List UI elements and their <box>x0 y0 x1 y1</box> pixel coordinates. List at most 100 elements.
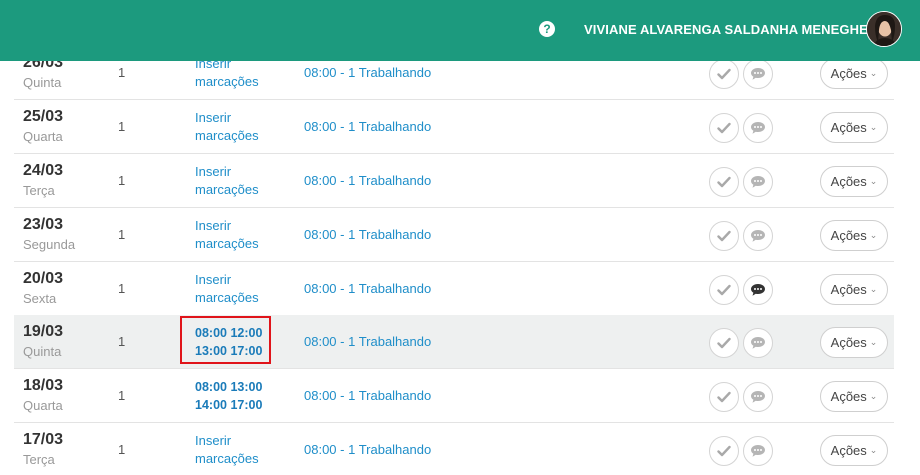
row-count: 1 <box>118 388 126 403</box>
chevron-down-icon: ⌄ <box>869 445 878 455</box>
approve-button[interactable] <box>709 382 739 412</box>
row-marks[interactable]: Inserir marcações <box>195 271 259 307</box>
help-icon[interactable]: ? <box>539 21 555 37</box>
table-row: 20/03 Sexta 1 Inserir marcações 08:00 - 1 Tra… <box>14 262 894 316</box>
comment-icon <box>751 122 765 134</box>
row-marks-line: 08:00 12:00 <box>195 326 263 340</box>
comment-icon <box>751 68 765 80</box>
approve-button[interactable] <box>709 221 739 251</box>
actions-label: Ações <box>830 228 867 243</box>
row-schedule-link[interactable]: 08:00 - 1 Trabalhando <box>304 442 431 457</box>
comment-icon <box>751 445 765 457</box>
row-marks[interactable]: Inserir marcações <box>195 109 259 145</box>
table-row: 17/03 Terça 1 Inserir marcações 08:00 - 1 Tra… <box>14 423 894 475</box>
row-weekday: Sexta <box>23 291 57 306</box>
row-date: 25/03 <box>23 108 64 125</box>
row-marks-line: marcações <box>195 451 259 466</box>
chevron-down-icon: ⌄ <box>869 176 878 186</box>
actions-label: Ações <box>830 335 867 350</box>
approve-button[interactable] <box>709 59 739 89</box>
actions-dropdown[interactable]: Ações ⌄ <box>820 274 888 305</box>
row-weekday: Terça <box>23 452 55 467</box>
row-count: 1 <box>118 334 126 349</box>
check-icon <box>717 122 731 134</box>
approve-button[interactable] <box>709 275 739 305</box>
chevron-down-icon: ⌄ <box>869 391 878 401</box>
actions-dropdown[interactable]: Ações ⌄ <box>820 220 888 251</box>
row-marks-line: marcações <box>195 236 259 251</box>
row-schedule-link[interactable]: 08:00 - 1 Trabalhando <box>304 119 431 134</box>
chevron-down-icon: ⌄ <box>869 284 878 294</box>
row-marks-line: marcações <box>195 182 259 197</box>
chevron-down-icon: ⌄ <box>869 337 878 347</box>
comment-button[interactable] <box>743 275 773 305</box>
chevron-down-icon: ⌄ <box>869 122 878 132</box>
row-marks[interactable]: Inserir marcações <box>195 163 259 199</box>
check-icon <box>717 68 731 80</box>
row-count: 1 <box>118 119 126 134</box>
row-schedule-link[interactable]: 08:00 - 1 Trabalhando <box>304 65 431 80</box>
check-icon <box>717 337 731 349</box>
row-count: 1 <box>118 442 126 457</box>
actions-dropdown[interactable]: Ações ⌄ <box>820 166 888 197</box>
row-count: 1 <box>118 173 126 188</box>
row-count: 1 <box>118 227 126 242</box>
row-marks-line: marcações <box>195 74 259 89</box>
actions-dropdown[interactable]: Ações ⌄ <box>820 435 888 466</box>
actions-dropdown[interactable]: Ações ⌄ <box>820 112 888 143</box>
row-schedule-link[interactable]: 08:00 - 1 Trabalhando <box>304 281 431 296</box>
top-header: ? VIVIANE ALVARENGA SALDANHA MENEGHELLO <box>0 0 920 61</box>
row-weekday: Terça <box>23 183 55 198</box>
row-weekday: Quinta <box>23 75 62 90</box>
approve-button[interactable] <box>709 167 739 197</box>
approve-button[interactable] <box>709 113 739 143</box>
row-marks[interactable]: Inserir marcações <box>195 432 259 468</box>
table-row: 18/03 Quarta 1 08:00 13:00 14:00 17:00 08:00 … <box>14 369 894 423</box>
comment-button[interactable] <box>743 59 773 89</box>
approve-button[interactable] <box>709 436 739 466</box>
user-name[interactable]: VIVIANE ALVARENGA SALDANHA MENEGHELLO <box>584 22 894 37</box>
comment-icon <box>751 391 765 403</box>
row-date: 24/03 <box>23 162 64 179</box>
actions-dropdown[interactable]: Ações ⌄ <box>820 58 888 89</box>
row-marks-line: Inserir <box>195 164 232 179</box>
row-schedule-link[interactable]: 08:00 - 1 Trabalhando <box>304 227 431 242</box>
row-weekday: Quarta <box>23 398 63 413</box>
row-weekday: Quarta <box>23 129 63 144</box>
comment-button[interactable] <box>743 436 773 466</box>
comment-icon <box>751 176 765 188</box>
comment-button[interactable] <box>743 382 773 412</box>
comment-icon <box>751 284 765 296</box>
actions-label: Ações <box>830 66 867 81</box>
check-icon <box>717 230 731 242</box>
row-marks[interactable]: Inserir marcações <box>195 217 259 253</box>
comment-button[interactable] <box>743 221 773 251</box>
row-marks[interactable]: 08:00 13:00 14:00 17:00 <box>195 378 262 414</box>
approve-button[interactable] <box>709 328 739 358</box>
row-schedule-link[interactable]: 08:00 - 1 Trabalhando <box>304 173 431 188</box>
actions-label: Ações <box>830 120 867 135</box>
actions-label: Ações <box>830 174 867 189</box>
comment-button[interactable] <box>743 113 773 143</box>
row-marks-line: Inserir <box>195 433 232 448</box>
actions-label: Ações <box>830 282 867 297</box>
actions-label: Ações <box>830 443 867 458</box>
row-weekday: Quinta <box>23 344 62 359</box>
row-schedule-link[interactable]: 08:00 - 1 Trabalhando <box>304 388 431 403</box>
actions-dropdown[interactable]: Ações ⌄ <box>820 327 888 358</box>
row-marks-line: marcações <box>195 128 259 143</box>
comment-button[interactable] <box>743 167 773 197</box>
comment-button[interactable] <box>743 328 773 358</box>
table-row: 24/03 Terça 1 Inserir marcações 08:00 - 1 Tra… <box>14 154 894 208</box>
check-icon <box>717 176 731 188</box>
row-date: 18/03 <box>23 377 64 394</box>
avatar[interactable] <box>866 11 902 47</box>
row-marks[interactable]: 08:00 12:00 13:00 17:00 <box>195 324 262 360</box>
row-schedule-link[interactable]: 08:00 - 1 Trabalhando <box>304 334 431 349</box>
check-icon <box>717 391 731 403</box>
actions-dropdown[interactable]: Ações ⌄ <box>820 381 888 412</box>
table-row: 23/03 Segunda 1 Inserir marcações 08:00 - 1 T… <box>14 208 894 262</box>
chevron-down-icon: ⌄ <box>869 68 878 78</box>
row-date: 20/03 <box>23 270 64 287</box>
row-marks-line: Inserir <box>195 218 232 233</box>
